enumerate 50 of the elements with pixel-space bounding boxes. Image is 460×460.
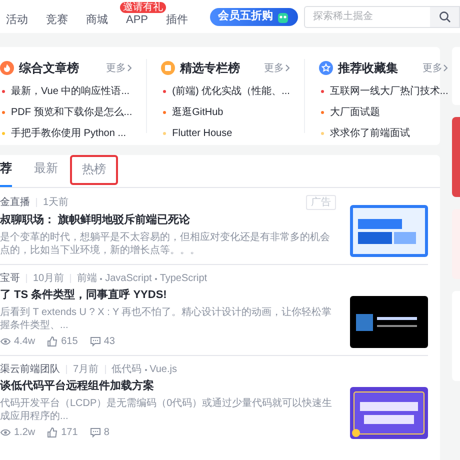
thumbs-up-icon [47,427,58,438]
article-summary: 是个变革的时代，想躺平是不太容易的，但相应对变化还是有非常多的机会点的，比如当下业环境，新的增长点等。。。 [0,231,331,257]
author-name[interactable]: 渠云前端团队 [0,363,60,376]
ranking-title: 精选专栏榜 [180,60,240,77]
ranking-item[interactable]: (前端) 优化实战（性能、... [172,84,290,99]
nav-link[interactable]: 竞赛 [46,14,68,26]
nav-link[interactable]: APP [126,14,148,26]
comment-count: 8 [104,426,110,439]
ranking-title: 推荐收藏集 [338,60,398,77]
author-name[interactable]: 金直播 [0,196,30,209]
ad-label: 广告 [306,195,336,210]
vip-button[interactable]: 会员五折购 [210,8,298,26]
chevron-icon [127,64,132,72]
ranking-item[interactable]: 最新，Vue 中的响应性语... [11,84,130,99]
ranking-item[interactable]: 求求你了前端面试 [330,126,410,141]
eye-icon [0,427,11,438]
ranking-item[interactable]: Flutter House [172,126,232,141]
ranking-item[interactable]: PDF 预览和下载你是怎么... [11,105,132,120]
chevron-icon [443,64,448,72]
comment-icon [90,427,101,438]
ranking-item[interactable]: 逛逛GitHub [172,105,224,120]
article-title[interactable]: 叔聊职场： 旗帜鲜明地驳斥前端已死论 [0,213,336,228]
like-count: 615 [61,335,78,348]
post-time: 7月前 [73,363,99,376]
thumbs-up-icon [47,336,58,347]
author-name[interactable]: 宝哥 [0,272,20,285]
ranking-title: 综合文章榜 [19,60,79,77]
feed-tab[interactable]: 荐 [0,159,12,187]
comment-icon [90,336,101,347]
invite-badge: 邀请有礼 [120,2,166,13]
star-icon [318,61,333,75]
nav-link[interactable]: 活动 [6,14,28,26]
book-icon [161,61,176,75]
view-count: 1.2w [14,426,36,439]
nav-link[interactable]: 商城 [86,14,108,26]
article-title[interactable]: 谈低代码平台远程组件加载方案 [0,379,336,394]
article-summary: 代码开发平台（LCDP）是无需编码（0代码）或通过少量代码就可以快速生成应用程序的... [0,397,334,423]
nav-link[interactable]: 插件 [166,14,188,26]
ranking-item[interactable]: 大厂面试题 [330,105,380,120]
like-count: 171 [61,426,78,439]
chevron-icon [284,64,290,72]
post-time: 10月前 [33,272,64,285]
comment-count: 43 [104,335,115,348]
view-count: 4.4w [14,335,36,348]
article-summary: 后看到 T extends U ? X : Y 再也不怕了。精心设计设计的动画，让你轻松掌握条件类型、... [0,306,333,332]
post-time: 1天前 [43,196,69,209]
ranking-item[interactable]: 互联网一线大厂热门技术... [330,84,448,99]
eye-icon [0,336,11,347]
article-title[interactable]: 了 TS 条件类型，同事直呼 YYDS! [0,288,336,303]
ranking-item[interactable]: 手把手教你使用 Python ... [11,126,126,141]
